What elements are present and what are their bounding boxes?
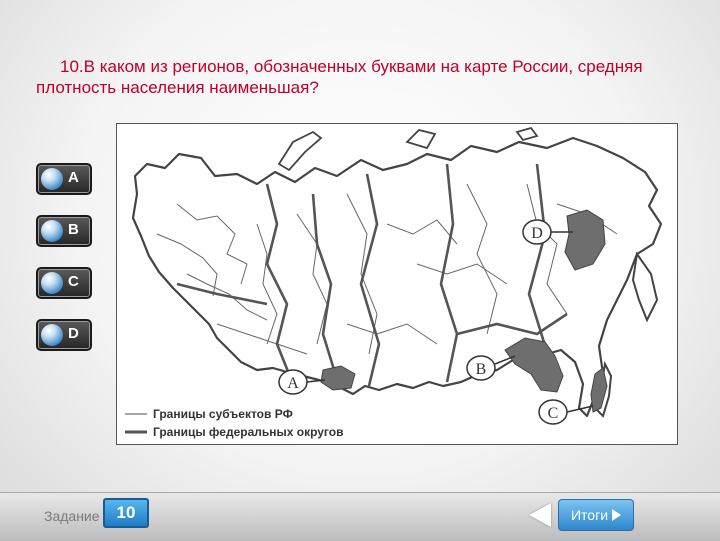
back-arrow-icon[interactable] xyxy=(529,503,551,527)
radio-icon xyxy=(41,272,63,294)
svg-text:B: B xyxy=(476,361,487,378)
results-label: Итоги xyxy=(570,507,609,523)
option-b-button[interactable]: B xyxy=(36,215,92,247)
label-b: B xyxy=(466,355,516,381)
svg-text:A: A xyxy=(287,375,299,392)
answer-options: A B C D xyxy=(36,163,92,371)
option-label: A xyxy=(68,169,79,186)
novaya-zemlya xyxy=(277,130,323,172)
svg-text:Границы федеральных округов: Границы федеральных округов xyxy=(153,425,343,439)
svg-text:D: D xyxy=(531,225,543,242)
option-label: B xyxy=(68,221,79,238)
option-a-button[interactable]: A xyxy=(36,163,92,195)
radio-icon xyxy=(41,324,63,346)
kamchatka xyxy=(631,251,659,323)
new-siberian-islands xyxy=(515,126,539,142)
russia-map: D B C A Границы субъектов РФ Границы фед… xyxy=(116,123,678,445)
svg-text:Границы субъектов РФ: Границы субъектов РФ xyxy=(153,407,293,421)
radio-icon xyxy=(41,168,63,190)
severnaya-zemlya xyxy=(405,129,437,150)
play-arrow-icon xyxy=(612,509,622,521)
question-text: 10.В каком из регионов, обозначенных бук… xyxy=(36,57,643,97)
russia-outline xyxy=(131,136,663,418)
option-label: C xyxy=(68,273,79,290)
task-label: Задание xyxy=(44,508,100,524)
option-d-button[interactable]: D xyxy=(36,319,92,351)
footer-bar: Задание 10 Итоги xyxy=(0,492,720,541)
option-label: D xyxy=(68,325,79,342)
svg-text:C: C xyxy=(548,405,559,422)
results-button[interactable]: Итоги xyxy=(558,499,634,531)
radio-icon xyxy=(41,220,63,242)
task-number-badge: 10 xyxy=(103,498,149,528)
option-c-button[interactable]: C xyxy=(36,267,92,299)
map-legend: Границы субъектов РФ Границы федеральных… xyxy=(125,407,343,439)
